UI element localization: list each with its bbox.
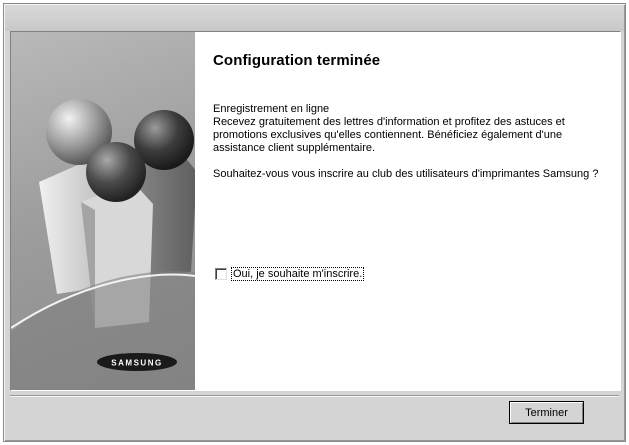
- main-panel: Configuration terminée Enregistrement en…: [195, 32, 620, 390]
- printer-club-illustration: SAMSUNG: [11, 99, 195, 390]
- signup-checkbox-row[interactable]: Oui, je souhaite m'inscrire.: [215, 267, 365, 281]
- signup-checkbox-label[interactable]: Oui, je souhaite m'inscrire.: [230, 267, 365, 281]
- footer-divider: [10, 395, 619, 397]
- setup-window: SAMSUNG Configuration terminée Enregistr…: [3, 3, 626, 442]
- sphere-center: [86, 142, 146, 202]
- page-title: Configuration terminée: [213, 52, 381, 69]
- signup-checkbox[interactable]: [215, 268, 227, 280]
- signup-question: Souhaitez-vous vous inscrire au club des…: [213, 168, 599, 180]
- content-area: SAMSUNG Configuration terminée Enregistr…: [10, 31, 621, 391]
- samsung-logo-text: SAMSUNG: [111, 359, 162, 368]
- side-banner: SAMSUNG: [11, 32, 195, 390]
- finish-button[interactable]: Terminer: [509, 401, 584, 424]
- title-bar: [5, 5, 624, 31]
- registration-text: Enregistrement en ligne Recevez gratuite…: [213, 103, 565, 154]
